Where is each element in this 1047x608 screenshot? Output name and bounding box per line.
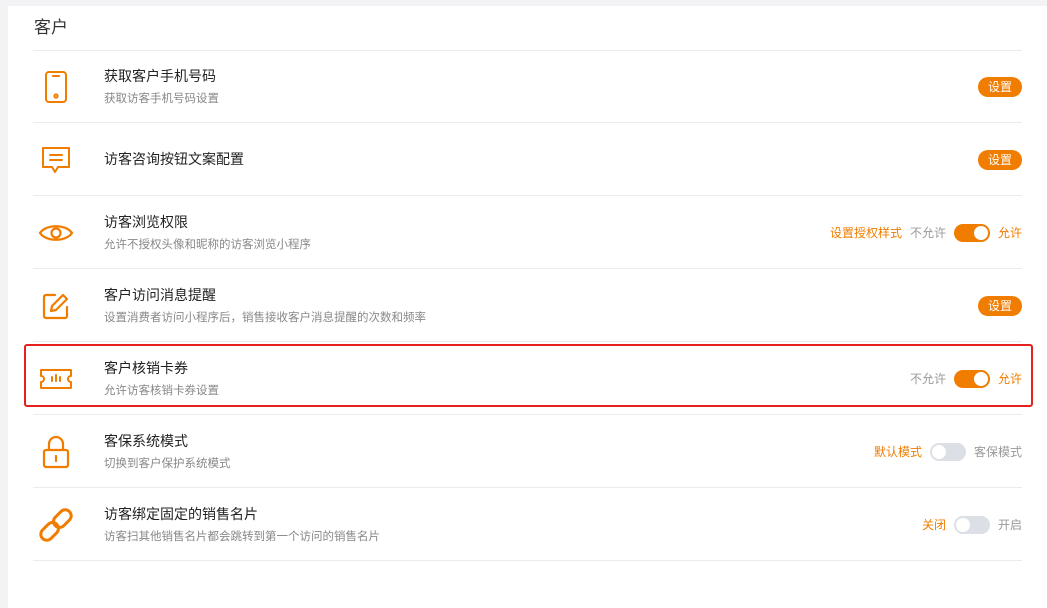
lock-icon	[33, 429, 79, 475]
setting-row-visit-reminder: 客户访问消息提醒 设置消费者访问小程序后，销售接收客户消息提醒的次数和频率 设置	[33, 270, 1022, 342]
toggle-knob	[973, 371, 988, 386]
settings-button[interactable]: 设置	[977, 295, 1022, 316]
setting-description: 切换到客户保护系统模式	[104, 455, 231, 470]
setting-description: 获取访客手机号码设置	[104, 90, 219, 105]
protection-mode-toggle[interactable]	[929, 442, 966, 461]
off-label: 不允许	[909, 372, 946, 386]
eye-icon	[33, 210, 79, 256]
setting-description: 访客扫其他销售名片都会跳转到第一个访问的销售名片	[104, 528, 380, 543]
toggle-knob	[931, 444, 946, 459]
settings-button[interactable]: 设置	[977, 76, 1022, 97]
message-icon	[33, 137, 79, 183]
coupon-redeem-toggle[interactable]	[953, 369, 990, 388]
link-icon	[33, 502, 79, 548]
setting-description: 设置消费者访问小程序后，销售接收客户消息提醒的次数和频率	[104, 309, 426, 324]
setting-description: 允许不授权头像和昵称的访客浏览小程序	[104, 236, 311, 251]
edit-icon	[33, 283, 79, 329]
on-label: 客保模式	[973, 445, 1022, 459]
setting-title: 访客浏览权限	[104, 214, 188, 231]
setting-row-consult-button: 访客咨询按钮文案配置 设置	[33, 124, 1022, 196]
ticket-icon	[33, 356, 79, 402]
auth-style-link[interactable]: 设置授权样式	[830, 224, 902, 241]
off-label: 不允许	[909, 226, 946, 240]
bind-sales-card-toggle[interactable]	[953, 515, 990, 534]
setting-title: 获取客户手机号码	[104, 68, 216, 85]
setting-description: 允许访客核销卡券设置	[104, 382, 219, 397]
setting-title: 访客绑定固定的销售名片	[104, 506, 258, 523]
toggle-knob	[973, 225, 988, 240]
setting-title: 访客咨询按钮文案配置	[104, 151, 244, 168]
off-label: 默认模式	[873, 445, 922, 459]
setting-row-browse-permission: 访客浏览权限 允许不授权头像和昵称的访客浏览小程序 设置授权样式 不允许 允许	[33, 197, 1022, 269]
setting-row-protection-mode: 客保系统模式 切换到客户保护系统模式 默认模式 客保模式	[33, 416, 1022, 488]
section-title: 客户	[34, 18, 68, 38]
setting-row-bind-sales-card: 访客绑定固定的销售名片 访客扫其他销售名片都会跳转到第一个访问的销售名片 关闭 …	[33, 489, 1022, 561]
on-label: 允许	[997, 226, 1022, 240]
setting-title: 客户访问消息提醒	[104, 287, 216, 304]
on-label: 允许	[997, 372, 1022, 386]
phone-icon	[33, 64, 79, 110]
off-label: 关闭	[921, 518, 946, 532]
toggle-knob	[955, 517, 970, 532]
setting-title: 客保系统模式	[104, 433, 188, 450]
settings-panel: 客户 获取客户手机号码 获取访客手机号码设置 设置 访客咨询按钮文案配置 设置 …	[8, 6, 1047, 608]
browse-permission-toggle[interactable]	[953, 223, 990, 242]
on-label: 开启	[997, 518, 1022, 532]
setting-row-phone: 获取客户手机号码 获取访客手机号码设置 设置	[33, 51, 1022, 123]
setting-title: 客户核销卡券	[104, 360, 188, 377]
settings-button[interactable]: 设置	[977, 149, 1022, 170]
setting-row-coupon-redeem: 客户核销卡券 允许访客核销卡券设置 不允许 允许	[33, 343, 1022, 415]
